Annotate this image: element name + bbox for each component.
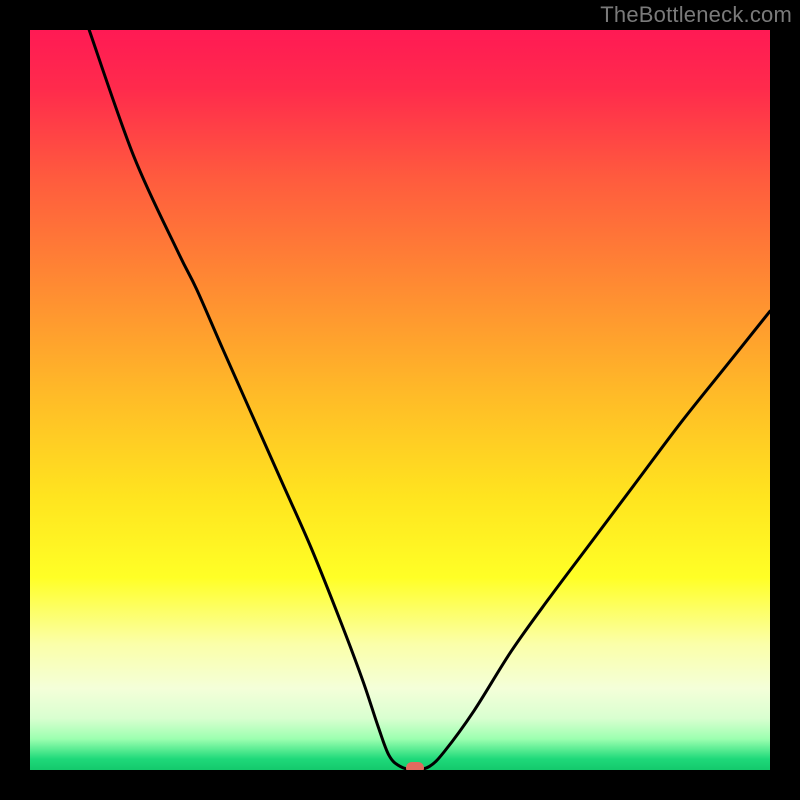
- gradient-background: [30, 30, 770, 770]
- plot-area: [30, 30, 770, 770]
- chart-frame: TheBottleneck.com: [0, 0, 800, 800]
- plot-svg: [30, 30, 770, 770]
- optimal-marker: [406, 762, 424, 770]
- watermark-text: TheBottleneck.com: [600, 2, 792, 28]
